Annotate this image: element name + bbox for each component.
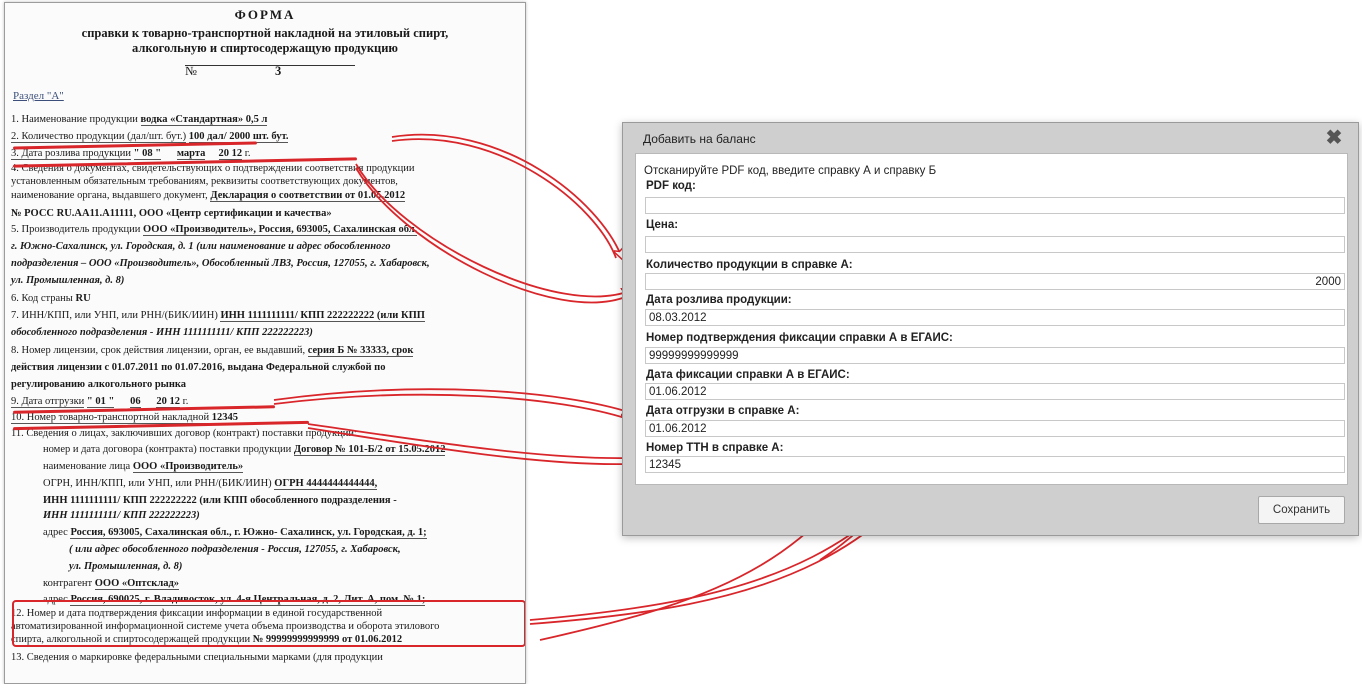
doc-l1-value: водка «Стандартная» 0,5 л	[140, 114, 268, 126]
doc-l4-label: наименование органа, выдавшего документ,	[11, 190, 208, 201]
doc-l2-label: 2. Количество продукции (дал/шт. бут.)	[11, 131, 187, 143]
doc-l11-name-label: наименование лица	[43, 461, 131, 472]
doc-line-7b: обособленного подразделения - ИНН 111111…	[11, 327, 313, 338]
pdf-code-input[interactable]	[645, 197, 1345, 214]
doc-l4-value: Декларация о соответствии от 01.05.2012	[210, 190, 406, 202]
doc-line-7: 7. ИНН/КПП, или УНП, или РНН/(БИК/ИИН) И…	[11, 309, 519, 322]
dialog-title: Добавить на баланс	[643, 132, 756, 146]
price-label: Цена:	[646, 219, 679, 231]
doc-line-11-addr3: ул. Промышленная, д. 8)	[69, 561, 183, 572]
doc-line-4c: наименование органа, выдавшего документ,…	[11, 189, 519, 202]
doc-l11-name-value: ООО «Производитель»	[132, 461, 244, 473]
ttn-number-input[interactable]	[645, 456, 1345, 473]
doc-line-11-inn2: ИНН 1111111111/ КПП 222222223)	[43, 510, 200, 521]
dialog-body: Отсканируйте PDF код, введите справку А …	[635, 153, 1348, 485]
doc-line-11-counter: контрагент ООО «Оптсклад»	[43, 577, 519, 590]
doc-line-5b: г. Южно-Сахалинск, ул. Городская, д. 1 (…	[11, 241, 391, 252]
bottling-date-label: Дата розлива продукции:	[646, 294, 792, 306]
doc-number: № 3	[185, 64, 355, 78]
doc-line-11-ogrn: ОГРН, ИНН/КПП, или УНП, или РНН/(БИК/ИИН…	[43, 477, 519, 490]
doc-l3-label: 3. Дата розлива продукции	[11, 148, 132, 160]
doc-line-11-name: наименование лица ООО «Производитель»	[43, 460, 519, 473]
egais-number-input[interactable]	[645, 347, 1345, 364]
quantity-input[interactable]	[645, 273, 1345, 290]
save-button[interactable]: Сохранить	[1258, 496, 1345, 524]
doc-line-5c: подразделения – ООО «Производитель», Обо…	[11, 258, 430, 269]
doc-subtitle-2: алкогольную и спиртосодержащую продукцию	[132, 41, 398, 55]
doc-line-11-addr2: ( или адрес обособленного подразделения …	[69, 544, 401, 555]
doc-line-11: 11. Сведения о лицах, заключивших догово…	[11, 428, 357, 439]
doc-heading: ФОРМА	[234, 7, 296, 22]
quantity-label: Количество продукции в справке А:	[646, 259, 853, 271]
doc-line-6: 6. Код страны RU	[11, 292, 519, 305]
doc-l3-month: марта	[176, 148, 206, 160]
doc-l3-suffix: г.	[244, 148, 251, 159]
doc-line-8b: действия лицензии с 01.07.2011 по 01.07.…	[11, 362, 386, 373]
doc-l9-day: " 01 "	[86, 396, 115, 408]
doc-line-11-inn: ИНН 1111111111/ КПП 222222222 (или КПП о…	[43, 495, 397, 506]
doc-line-11-addr: адрес Россия, 693005, Сахалинская обл., …	[43, 526, 519, 539]
doc-l8-value: серия Б № 33333, срок	[307, 345, 414, 357]
doc-l9-year: 20 12	[156, 396, 180, 408]
doc-l6-value: RU	[75, 293, 91, 304]
doc-line-2: 2. Количество продукции (дал/шт. бут.) 1…	[11, 130, 519, 143]
doc-line-5d: ул. Промышленная, д. 8)	[11, 275, 125, 286]
shipping-date-label: Дата отгрузки в справке А:	[646, 405, 800, 417]
doc-number-value: 3	[275, 64, 282, 78]
doc-l6-label: 6. Код страны	[11, 293, 73, 304]
doc-l8-label: 8. Номер лицензии, срок действия лицензи…	[11, 345, 306, 356]
doc-l9-suffix: г.	[182, 396, 189, 407]
doc-l7-value: ИНН 1111111111/ КПП 222222222 (или КПП	[220, 310, 425, 322]
doc-l11-contract-label: номер и дата договора (контракта) постав…	[43, 444, 292, 455]
doc-l3-year: 20 12	[218, 148, 243, 160]
doc-line-5: 5. Производитель продукции ООО «Производ…	[11, 223, 519, 236]
doc-l10-label: 10. Номер товарно-транспортной накладной	[11, 412, 210, 424]
add-to-balance-dialog: Добавить на баланс ✖ Отсканируйте PDF ко…	[622, 122, 1359, 536]
doc-l5-value: ООО «Производитель», Россия, 693005, Сах…	[143, 224, 418, 236]
doc-l11-addr-value: Россия, 693005, Сахалинская обл., г. Южн…	[70, 527, 427, 539]
doc-l9-month: 06	[130, 396, 141, 408]
price-input[interactable]	[645, 236, 1345, 253]
dialog-titlebar[interactable]: Добавить на баланс ✖	[623, 123, 1358, 153]
doc-l1-label: 1. Наименование продукции	[11, 114, 138, 125]
doc-line-8: 8. Номер лицензии, срок действия лицензи…	[11, 344, 519, 357]
doc-line-11-contract: номер и дата договора (контракта) постав…	[43, 443, 519, 456]
ttn-number-label: Номер ТТН в справке А:	[646, 442, 784, 454]
bottling-date-input[interactable]	[645, 309, 1345, 326]
doc-l11-counter-label: контрагент	[43, 578, 93, 589]
close-icon[interactable]: ✖	[1324, 128, 1344, 148]
doc-l7-label: 7. ИНН/КПП, или УНП, или РНН/(БИК/ИИН)	[11, 310, 218, 321]
doc-line-4b: установленным обязательным требованиям, …	[11, 176, 398, 187]
dialog-instruction: Отсканируйте PDF код, введите справку А …	[644, 165, 937, 177]
doc-subtitle-1: справки к товарно-транспортной накладной…	[81, 26, 449, 40]
highlight-egais-box	[12, 600, 525, 647]
doc-l3-day: " 08 "	[133, 148, 162, 160]
doc-l11-ogrn-value: ОГРН 4444444444444,	[274, 478, 378, 490]
doc-l5-label: 5. Производитель продукции	[11, 224, 141, 235]
doc-section-title: Раздел "А"	[13, 90, 64, 102]
doc-l9-label: 9. Дата отгрузки	[11, 396, 85, 408]
shipping-date-input[interactable]	[645, 420, 1345, 437]
doc-l11-addr-label: адрес	[43, 527, 68, 538]
doc-line-4d: № РОСС RU.AA11.A11111, ООО «Центр сертиф…	[11, 208, 332, 219]
egais-date-label: Дата фиксации справки А в ЕГАИС:	[646, 369, 850, 381]
doc-line-8c: регулированию алкогольного рынка	[11, 379, 187, 390]
doc-l11-counter-value: ООО «Оптсклад»	[94, 578, 180, 590]
doc-l11-ogrn-label: ОГРН, ИНН/КПП, или УНП, или РНН/(БИК/ИИН…	[43, 478, 272, 489]
doc-l11-contract-value: Договор № 101-Б/2 от 15.05.2012	[293, 444, 446, 456]
doc-line-1: 1. Наименование продукции водка «Стандар…	[11, 113, 519, 126]
pdf-code-label: PDF код:	[646, 180, 696, 192]
doc-line-13: 13. Сведения о маркировке федеральными с…	[11, 652, 383, 663]
egais-number-label: Номер подтверждения фиксации справки А в…	[646, 332, 953, 344]
doc-number-label: №	[185, 64, 197, 78]
egais-date-input[interactable]	[645, 383, 1345, 400]
form-document: ФОРМА справки к товарно-транспортной нак…	[4, 2, 526, 684]
